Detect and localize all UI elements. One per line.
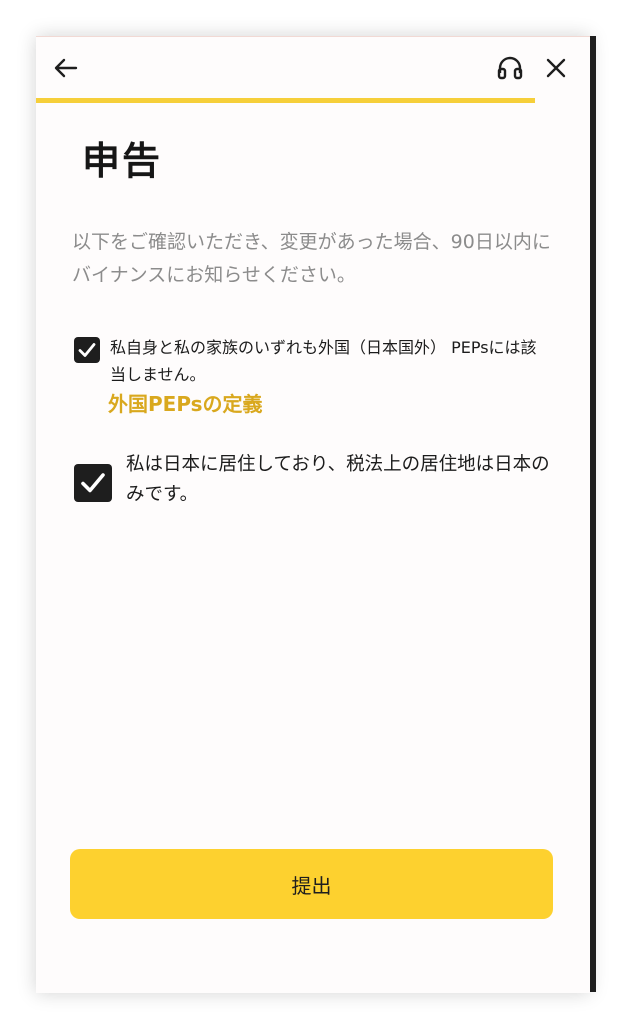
window-edge	[590, 36, 596, 992]
close-button[interactable]	[540, 52, 572, 84]
pep-checkbox[interactable]	[74, 337, 100, 363]
declaration-residency[interactable]: 私は日本に居住しており、税法上の居住地は日本のみです。	[74, 450, 552, 510]
residency-checkbox[interactable]	[74, 464, 112, 502]
residency-declaration-text: 私は日本に居住しており、税法上の居住地は日本のみです。	[126, 454, 550, 505]
headset-icon	[497, 56, 523, 80]
page-title: 申告	[82, 139, 163, 183]
submit-button[interactable]: 提出	[70, 849, 553, 919]
checkmark-icon	[81, 473, 105, 493]
declaration-pep[interactable]: 私自身と私の家族のいずれも外国（日本国外） PEPsには該当しません。	[74, 334, 552, 388]
progress-bar	[36, 98, 590, 103]
app-screen: 申告 以下をご確認いただき、変更があった場合、90日以内にバイナンスにお知らせく…	[0, 0, 632, 1028]
pep-declaration-text: 私自身と私の家族のいずれも外国（日本国外） PEPsには該当しません。	[110, 338, 537, 384]
support-button[interactable]	[494, 52, 526, 84]
checkmark-icon	[78, 343, 96, 357]
arrow-left-icon	[54, 58, 78, 78]
back-button[interactable]	[50, 52, 82, 84]
close-icon	[546, 58, 566, 78]
notice-text: 以下をご確認いただき、変更があった場合、90日以内にバイナンスにお知らせください…	[72, 231, 551, 286]
progress-bar-fill	[36, 98, 535, 103]
pep-definition-link[interactable]: 外国PEPsの定義	[108, 388, 263, 417]
